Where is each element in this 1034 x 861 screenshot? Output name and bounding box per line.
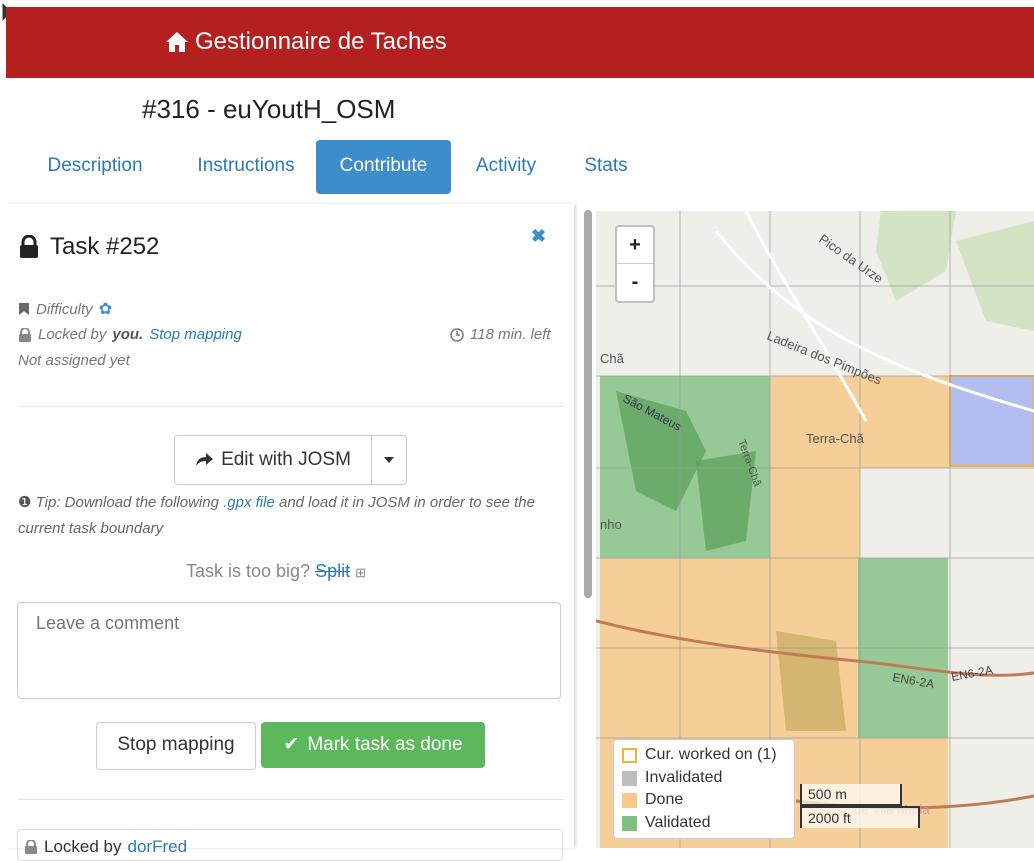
lock-icon bbox=[20, 235, 38, 258]
josm-tip: ❶ Tip: Download the following .gpx file … bbox=[18, 490, 558, 542]
map-legend: Cur. worked on (1) Invalidated Done Vali… bbox=[613, 739, 795, 839]
edit-with-josm-label: Edit with JOSM bbox=[221, 449, 351, 470]
time-left-text: 118 min. left bbox=[470, 326, 551, 343]
legend-label: Done bbox=[645, 791, 684, 808]
split-icon: ⊞ bbox=[355, 565, 367, 580]
legend-item: Done bbox=[622, 791, 683, 809]
map-task-done bbox=[770, 468, 860, 558]
tab-contribute[interactable]: Contribute bbox=[316, 140, 451, 194]
divider bbox=[18, 406, 564, 407]
close-icon[interactable]: ✖ bbox=[531, 226, 546, 247]
legend-label: Cur. worked on (1) bbox=[645, 746, 777, 763]
tab-instructions[interactable]: Instructions bbox=[178, 140, 314, 194]
editor-button-group: Edit with JOSM bbox=[174, 435, 407, 485]
legend-item: Cur. worked on (1) bbox=[622, 746, 777, 764]
split-row: Task is too big? Split ⊞ bbox=[186, 561, 366, 582]
home-link[interactable]: Gestionnaire de Taches bbox=[165, 28, 447, 56]
top-navbar bbox=[6, 7, 1034, 78]
split-question: Task is too big? bbox=[186, 561, 311, 581]
project-title: #316 - euYoutH_OSM bbox=[142, 94, 396, 124]
map-label-terra-cha: Terra-Chã bbox=[806, 431, 865, 446]
info-icon: ❶ bbox=[18, 494, 32, 511]
lock-icon-small bbox=[19, 327, 31, 342]
legend-label: Invalidated bbox=[645, 769, 723, 786]
gear-icon[interactable]: ✿ bbox=[99, 299, 112, 319]
tab-description[interactable]: Description bbox=[26, 140, 164, 194]
history-user-link[interactable]: dorFred bbox=[128, 837, 188, 857]
zoom-control: + - bbox=[615, 225, 655, 303]
share-arrow-icon bbox=[196, 453, 214, 466]
check-icon: ✔ bbox=[283, 734, 300, 755]
history-entry: Locked by dorFred bbox=[24, 837, 187, 857]
panel-scrollbar[interactable] bbox=[580, 210, 594, 848]
map-task-done bbox=[600, 558, 858, 648]
tab-activity[interactable]: Activity bbox=[456, 140, 556, 194]
comment-input[interactable] bbox=[17, 602, 561, 699]
caret-down-icon bbox=[384, 457, 394, 463]
legend-swatch-validated bbox=[622, 815, 637, 831]
task-title: Task #252 bbox=[50, 233, 160, 260]
difficulty-label: Difficulty bbox=[36, 300, 93, 318]
history-locked-by: Locked by bbox=[44, 837, 122, 856]
map-label-nho: nho bbox=[600, 517, 622, 532]
zoom-in-button[interactable]: + bbox=[617, 227, 653, 264]
stop-mapping-link[interactable]: Stop mapping bbox=[149, 326, 242, 343]
map-label-cha: Chã bbox=[600, 351, 625, 366]
tip-prefix: Tip: Download the following bbox=[35, 494, 219, 511]
locked-by-text: Locked by bbox=[38, 326, 107, 343]
scale-metric: 500 m bbox=[800, 784, 902, 806]
home-icon bbox=[166, 32, 188, 52]
tab-stats[interactable]: Stats bbox=[568, 140, 644, 194]
legend-swatch-done bbox=[622, 792, 637, 808]
mark-done-label: Mark task as done bbox=[307, 734, 463, 755]
legend-swatch-invalidated bbox=[622, 770, 637, 786]
split-link[interactable]: Split bbox=[315, 561, 350, 581]
assignment-text: Not assigned yet bbox=[18, 352, 130, 369]
mark-task-done-button[interactable]: ✔ Mark task as done bbox=[261, 722, 485, 768]
task-heading: Task #252 bbox=[18, 233, 159, 261]
lock-icon-history bbox=[25, 840, 37, 854]
time-left: 118 min. left bbox=[450, 326, 551, 343]
editor-dropdown-toggle[interactable] bbox=[371, 436, 406, 484]
clock-icon bbox=[450, 327, 464, 342]
lock-status-row: Locked by you. Stop mapping bbox=[18, 326, 242, 343]
legend-item: Invalidated bbox=[622, 769, 722, 787]
divider bbox=[18, 799, 564, 800]
difficulty-row: Difficulty ✿ bbox=[18, 299, 112, 319]
locked-user: you. bbox=[112, 326, 144, 343]
edit-with-josm-button[interactable]: Edit with JOSM bbox=[175, 436, 371, 484]
scroll-thumb[interactable] bbox=[584, 210, 592, 598]
map-scrub bbox=[776, 631, 846, 731]
app-title: Gestionnaire de Taches bbox=[195, 28, 447, 55]
legend-swatch-current bbox=[622, 747, 637, 763]
legend-item: Validated bbox=[622, 814, 711, 832]
assignment-status: Not assigned yet bbox=[18, 352, 130, 369]
bookmark-icon bbox=[19, 303, 29, 315]
zoom-out-button[interactable]: - bbox=[617, 264, 653, 300]
scale-imperial: 2000 ft bbox=[800, 806, 920, 828]
gpx-file-link[interactable]: .gpx file bbox=[223, 494, 275, 511]
stop-mapping-button[interactable]: Stop mapping bbox=[96, 722, 256, 770]
legend-label: Validated bbox=[645, 814, 711, 831]
